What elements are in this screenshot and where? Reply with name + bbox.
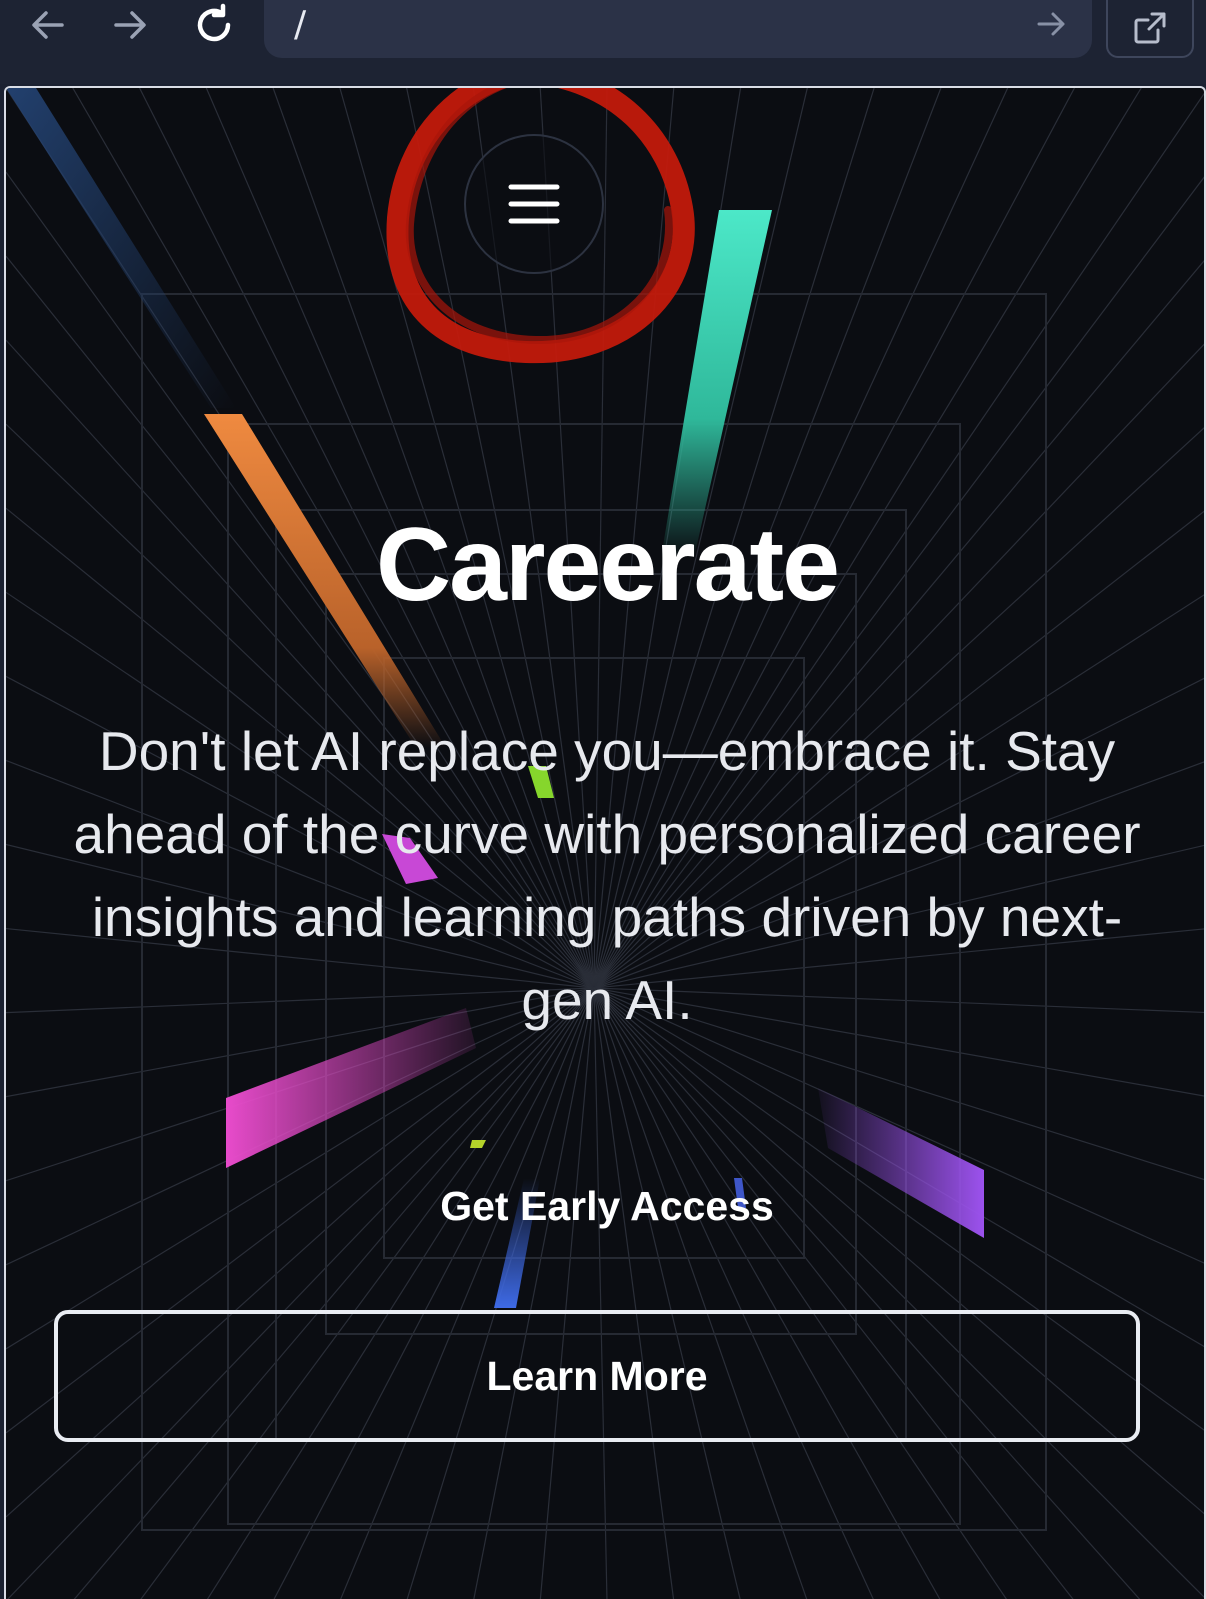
hero-subtitle: Don't let AI replace you—embrace it. Sta… — [73, 720, 1141, 1031]
back-arrow-icon[interactable] — [18, 0, 78, 50]
learn-more-button[interactable]: Learn More — [54, 1310, 1140, 1442]
page-viewport: Careerate Don't let AI replace you—embra… — [4, 86, 1206, 1599]
get-early-access-button[interactable]: Get Early Access — [386, 1160, 828, 1252]
open-external-icon — [1134, 12, 1166, 44]
reload-icon[interactable] — [184, 0, 244, 50]
url-text: / — [294, 4, 307, 45]
go-arrow-icon[interactable] — [1032, 4, 1072, 44]
hero-title: Careerate — [376, 507, 840, 623]
hamburger-menu-button[interactable] — [464, 134, 604, 274]
hamburger-menu-icon — [508, 184, 560, 224]
streak-blue — [6, 88, 236, 408]
browser-toolbar: / — [0, 0, 1206, 84]
address-bar[interactable]: / — [264, 0, 1092, 58]
open-external-button[interactable] — [1106, 0, 1194, 58]
forward-arrow-icon[interactable] — [100, 0, 160, 50]
